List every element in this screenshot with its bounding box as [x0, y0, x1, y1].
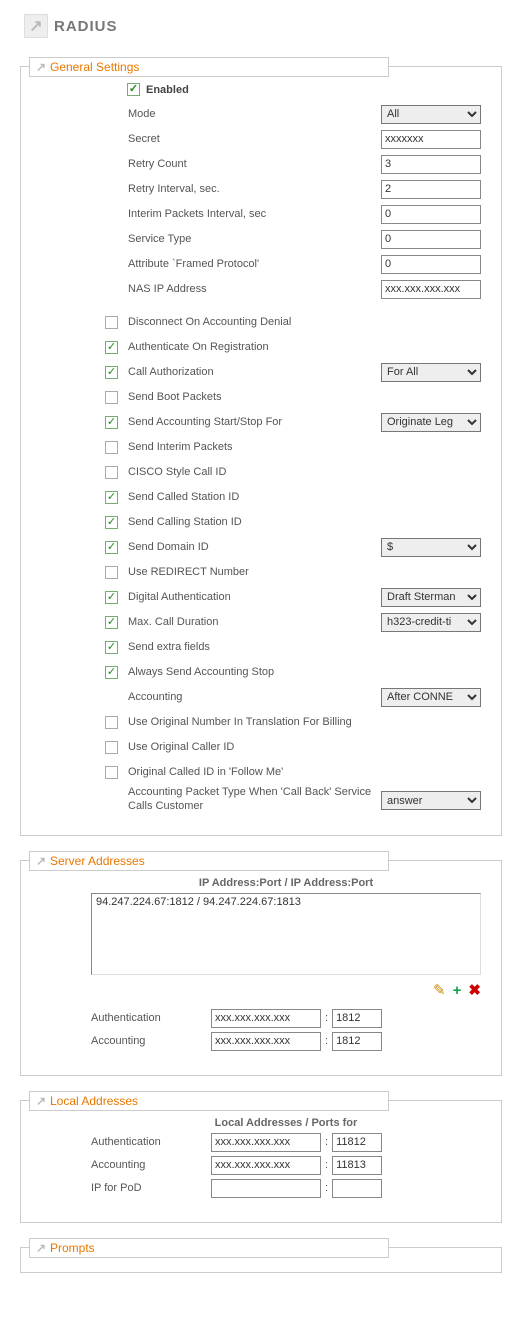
service-type-input[interactable] — [381, 230, 481, 249]
nas-ip-label: NAS IP Address — [128, 283, 381, 295]
local-acct-label: Accounting — [91, 1159, 211, 1171]
general-settings-legend: ↗ General Settings — [29, 57, 389, 77]
use-orig-billing-label: Use Original Number In Translation For B… — [128, 716, 481, 728]
local-addresses-panel: ↗ Local Addresses Local Addresses / Port… — [20, 1100, 502, 1223]
accounting-label: Accounting — [128, 691, 381, 703]
general-settings-panel: ↗ General Settings ✓ Enabled Mode All Se… — [20, 66, 502, 836]
send-domain-select[interactable]: $ — [381, 538, 481, 557]
server-auth-ip-input[interactable] — [211, 1009, 321, 1028]
interim-input[interactable] — [381, 205, 481, 224]
page-title: RADIUS — [54, 18, 118, 35]
send-acct-startstop-checkbox[interactable]: ✓ — [105, 416, 118, 429]
acct-packet-callback-select[interactable]: answer — [381, 791, 481, 810]
arrow-icon: ↗ — [36, 1241, 48, 1255]
framed-protocol-label: Attribute `Framed Protocol' — [128, 258, 381, 270]
server-addresses-panel: ↗ Server Addresses IP Address:Port / IP … — [20, 860, 502, 1076]
orig-called-follow-label: Original Called ID in 'Follow Me' — [128, 766, 481, 778]
send-acct-startstop-label: Send Accounting Start/Stop For — [128, 416, 381, 428]
server-auth-label: Authentication — [91, 1012, 211, 1024]
auth-on-reg-label: Authenticate On Registration — [128, 341, 481, 353]
server-auth-port-input[interactable] — [332, 1009, 382, 1028]
mode-select[interactable]: All — [381, 105, 481, 124]
digital-auth-checkbox[interactable]: ✓ — [105, 591, 118, 604]
send-acct-startstop-select[interactable]: Originate Leg — [381, 413, 481, 432]
local-pod-port-input[interactable] — [332, 1179, 382, 1198]
use-redirect-checkbox[interactable]: ✓ — [105, 566, 118, 579]
mode-label: Mode — [128, 108, 381, 120]
arrow-icon: ↗ — [36, 1094, 48, 1108]
retry-interval-input[interactable] — [381, 180, 481, 199]
send-boot-label: Send Boot Packets — [128, 391, 481, 403]
local-acct-ip-input[interactable] — [211, 1156, 321, 1175]
retry-count-label: Retry Count — [128, 158, 381, 170]
nas-ip-input[interactable] — [381, 280, 481, 299]
cisco-callid-checkbox[interactable]: ✓ — [105, 466, 118, 479]
digital-auth-select[interactable]: Draft Sterman — [381, 588, 481, 607]
send-boot-checkbox[interactable]: ✓ — [105, 391, 118, 404]
disconnect-denial-checkbox[interactable]: ✓ — [105, 316, 118, 329]
call-auth-checkbox[interactable]: ✓ — [105, 366, 118, 379]
service-type-label: Service Type — [128, 233, 381, 245]
max-call-dur-label: Max. Call Duration — [128, 616, 381, 628]
local-acct-port-input[interactable] — [332, 1156, 382, 1175]
send-interim-checkbox[interactable]: ✓ — [105, 441, 118, 454]
server-list-header: IP Address:Port / IP Address:Port — [91, 877, 481, 889]
call-auth-select[interactable]: For All — [381, 363, 481, 382]
arrow-icon: ↗ — [36, 854, 48, 868]
always-stop-label: Always Send Accounting Stop — [128, 666, 481, 678]
send-domain-checkbox[interactable]: ✓ — [105, 541, 118, 554]
framed-protocol-input[interactable] — [381, 255, 481, 274]
server-acct-port-input[interactable] — [332, 1032, 382, 1051]
arrow-icon: ↗ — [24, 14, 48, 38]
send-interim-label: Send Interim Packets — [128, 441, 481, 453]
send-calling-checkbox[interactable]: ✓ — [105, 516, 118, 529]
call-auth-label: Call Authorization — [128, 366, 381, 378]
enabled-label: Enabled — [146, 84, 189, 96]
server-list-item[interactable]: 94.247.224.67:1812 / 94.247.224.67:1813 — [96, 896, 476, 908]
cisco-callid-label: CISCO Style Call ID — [128, 466, 481, 478]
local-addresses-legend: ↗ Local Addresses — [29, 1091, 389, 1111]
digital-auth-label: Digital Authentication — [128, 591, 381, 603]
local-header: Local Addresses / Ports for — [91, 1117, 481, 1129]
send-called-label: Send Called Station ID — [128, 491, 481, 503]
local-pod-ip-input[interactable] — [211, 1179, 321, 1198]
interim-label: Interim Packets Interval, sec — [128, 208, 381, 220]
use-orig-caller-checkbox[interactable]: ✓ — [105, 741, 118, 754]
send-extra-checkbox[interactable]: ✓ — [105, 641, 118, 654]
server-acct-label: Accounting — [91, 1035, 211, 1047]
local-auth-ip-input[interactable] — [211, 1133, 321, 1152]
server-addresses-legend: ↗ Server Addresses — [29, 851, 389, 871]
accounting-select[interactable]: After CONNE — [381, 688, 481, 707]
acct-packet-callback-label: Accounting Packet Type When 'Call Back' … — [128, 785, 381, 814]
max-call-dur-checkbox[interactable]: ✓ — [105, 616, 118, 629]
retry-count-input[interactable] — [381, 155, 481, 174]
retry-interval-label: Retry Interval, sec. — [128, 183, 381, 195]
max-call-dur-select[interactable]: h323-credit-ti — [381, 613, 481, 632]
server-list[interactable]: 94.247.224.67:1812 / 94.247.224.67:1813 — [91, 893, 481, 975]
send-called-checkbox[interactable]: ✓ — [105, 491, 118, 504]
use-orig-billing-checkbox[interactable]: ✓ — [105, 716, 118, 729]
secret-input[interactable] — [381, 130, 481, 149]
arrow-icon: ↗ — [36, 60, 48, 74]
disconnect-denial-label: Disconnect On Accounting Denial — [128, 316, 481, 328]
enabled-checkbox[interactable]: ✓ — [127, 83, 140, 96]
delete-icon[interactable]: ✖ — [468, 982, 481, 999]
server-acct-ip-input[interactable] — [211, 1032, 321, 1051]
secret-label: Secret — [128, 133, 381, 145]
send-domain-label: Send Domain ID — [128, 541, 381, 553]
local-auth-label: Authentication — [91, 1136, 211, 1148]
local-auth-port-input[interactable] — [332, 1133, 382, 1152]
prompts-panel: ↗ Prompts — [20, 1247, 502, 1273]
send-calling-label: Send Calling Station ID — [128, 516, 481, 528]
use-redirect-label: Use REDIRECT Number — [128, 566, 481, 578]
local-pod-label: IP for PoD — [91, 1182, 211, 1194]
edit-icon[interactable]: ✎ — [433, 982, 446, 999]
auth-on-reg-checkbox[interactable]: ✓ — [105, 341, 118, 354]
send-extra-label: Send extra fields — [128, 641, 481, 653]
add-icon[interactable]: + — [453, 982, 462, 999]
prompts-legend: ↗ Prompts — [29, 1238, 389, 1258]
always-stop-checkbox[interactable]: ✓ — [105, 666, 118, 679]
orig-called-follow-checkbox[interactable]: ✓ — [105, 766, 118, 779]
use-orig-caller-label: Use Original Caller ID — [128, 741, 481, 753]
